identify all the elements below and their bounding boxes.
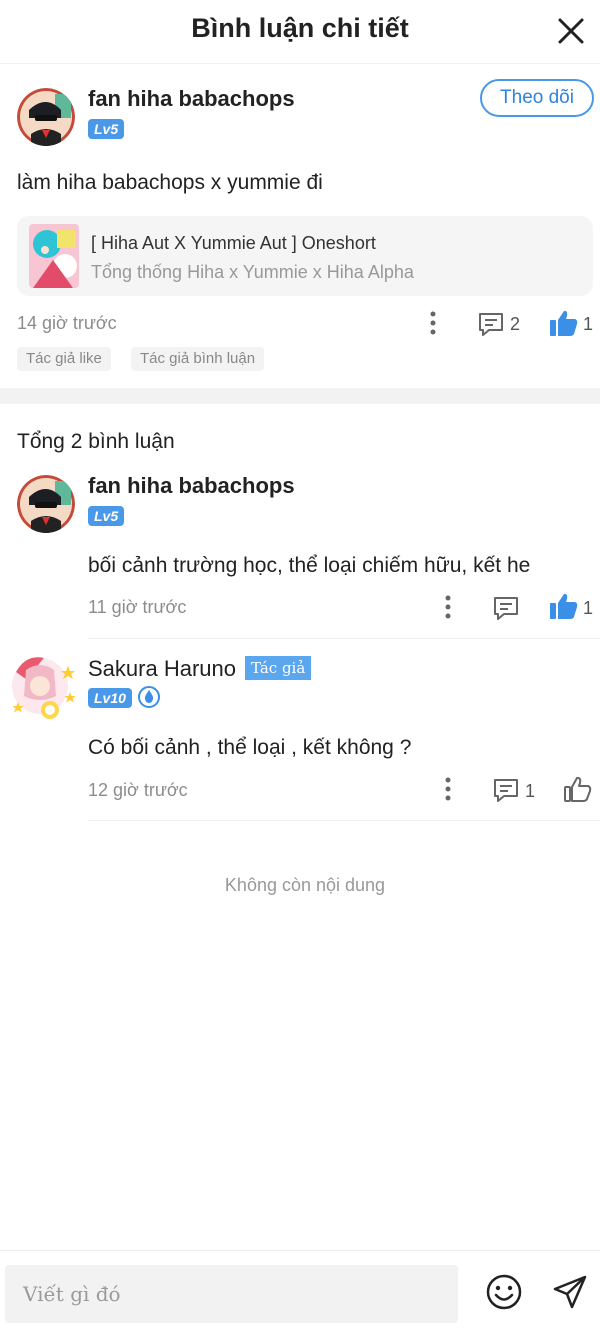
story-title: [ Hiha Aut X Yummie Aut ] Oneshort [91, 233, 376, 253]
thumbs-up-filled-icon [550, 310, 578, 336]
like-button[interactable] [563, 775, 593, 803]
reply-content: Có bối cảnh , thể loại , kết không ? [88, 736, 412, 759]
smiley-icon [486, 1274, 522, 1310]
end-of-content-text: Không còn nội dung [224, 875, 386, 895]
reply-time: 11 giờ trước [88, 597, 187, 617]
like-count: 1 [583, 598, 594, 618]
like-button[interactable] [549, 309, 579, 337]
more-options-button[interactable] [423, 310, 443, 336]
divider [88, 820, 600, 821]
avatar-image [17, 88, 75, 146]
tag-author-comment: Tác giả bình luận [131, 347, 265, 371]
more-options-button[interactable] [438, 594, 458, 620]
close-icon [558, 18, 584, 44]
replies-count-heading: Tổng 2 bình luận [17, 430, 175, 453]
story-subtitle: Tổng thống Hiha x Yummie x Hiha Alpha [91, 262, 414, 282]
avatar-image [12, 657, 76, 719]
post-content: làm hiha babachops x yummie đi [17, 171, 323, 194]
like-count: 1 [583, 314, 594, 334]
reply-author-name[interactable]: fan hiha babachops [88, 473, 295, 499]
comment-composer: Viết gì đó [0, 1250, 600, 1334]
reply-button[interactable] [492, 776, 520, 804]
avatar[interactable] [10, 652, 80, 722]
more-vertical-icon [445, 595, 451, 619]
water-drop-badge-icon [138, 686, 160, 708]
post-author-name[interactable]: fan hiha babachops [88, 86, 295, 112]
reply-button[interactable] [477, 310, 505, 338]
level-badge: Lv5 [88, 506, 125, 526]
reply-time: 12 giờ trước [88, 780, 188, 800]
author-badge: Tác giả [245, 656, 312, 680]
reply-count: 1 [525, 781, 536, 801]
follow-button[interactable]: Theo dõi [480, 79, 594, 117]
more-vertical-icon [445, 777, 451, 801]
level-badge: Lv10 [88, 688, 132, 708]
more-options-button[interactable] [438, 776, 458, 802]
avatar[interactable] [17, 88, 75, 146]
avatar[interactable] [17, 475, 75, 533]
thumbs-up-outline-icon [564, 776, 592, 802]
story-card[interactable]: [ Hiha Aut X Yummie Aut ] Oneshort Tổng … [17, 216, 593, 296]
divider [88, 638, 600, 639]
thumbs-up-filled-icon [550, 593, 578, 619]
reply-content: bối cảnh trường học, thể loại chiếm hữu,… [88, 554, 531, 577]
post-time: 14 giờ trước [17, 313, 117, 333]
reply-count: 2 [510, 314, 521, 334]
level-badge: Lv5 [88, 119, 125, 139]
reply-author-name[interactable]: Sakura Haruno [88, 656, 236, 682]
page-title: Bình luận chi tiết [191, 13, 409, 43]
comment-icon [494, 597, 518, 620]
like-button[interactable] [549, 592, 579, 620]
tag-author-like: Tác giả like [17, 347, 111, 371]
comment-input-placeholder: Viết gì đó [23, 1282, 121, 1306]
comment-icon [479, 313, 503, 336]
more-vertical-icon [430, 311, 436, 335]
emoji-button[interactable] [485, 1273, 523, 1311]
send-icon [553, 1275, 587, 1309]
story-cover-image [29, 224, 79, 288]
comment-icon [494, 779, 518, 802]
close-button[interactable] [554, 14, 588, 48]
comment-input[interactable]: Viết gì đó [5, 1265, 458, 1323]
header: Bình luận chi tiết [0, 0, 600, 64]
avatar-image [17, 475, 75, 533]
send-button[interactable] [551, 1273, 589, 1311]
section-divider [0, 388, 600, 404]
vip-badge [138, 686, 160, 708]
reply-button[interactable] [492, 594, 520, 622]
